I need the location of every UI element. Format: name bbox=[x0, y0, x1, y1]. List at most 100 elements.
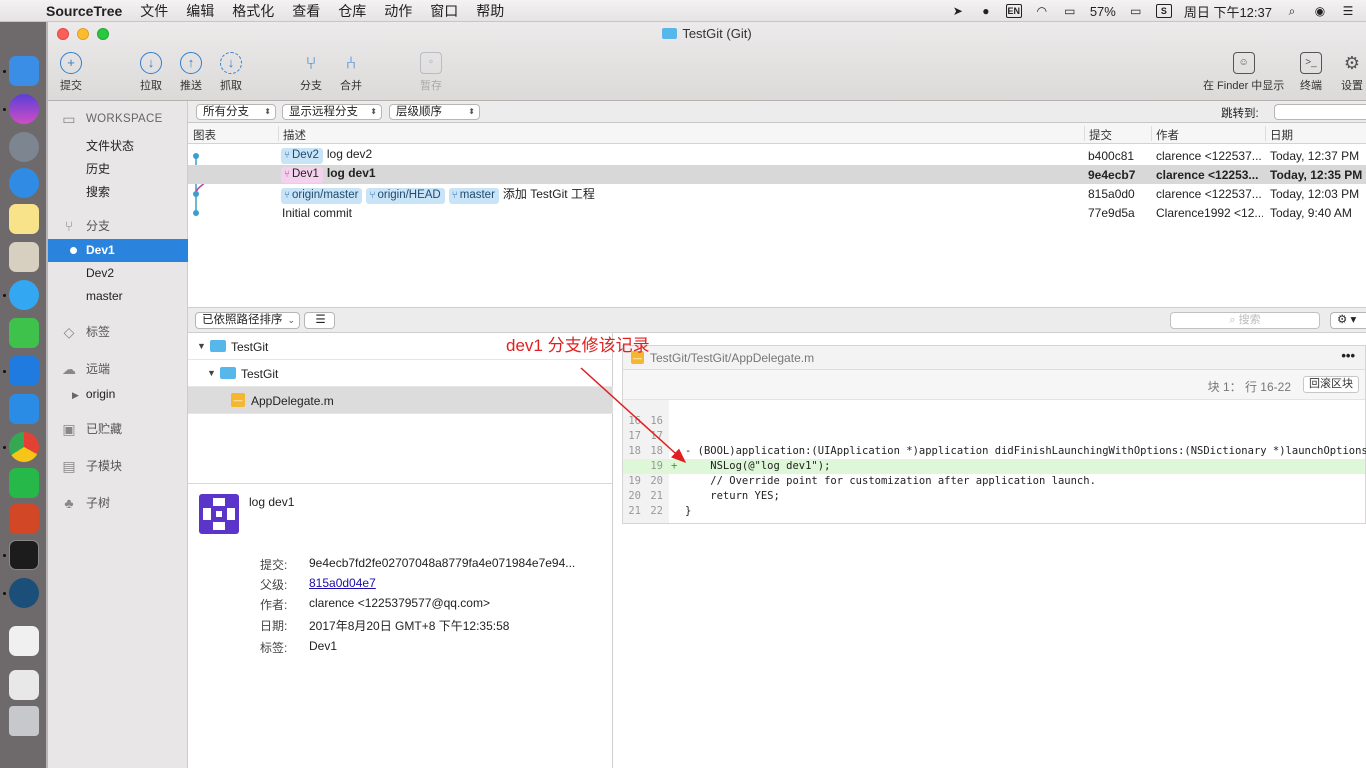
discard-hunk-button[interactable]: 回滚区块 bbox=[1303, 376, 1359, 393]
sidebar-item-search[interactable]: 搜索 bbox=[86, 183, 110, 200]
branch-button[interactable]: ⑂ 分支 bbox=[300, 52, 322, 93]
disclosure-triangle-icon[interactable]: ▶ bbox=[72, 390, 79, 400]
push-button[interactable]: ↑ 推送 bbox=[180, 52, 202, 93]
submodules-header[interactable]: ▤ 子模块 bbox=[60, 457, 122, 474]
sidebar-item-history[interactable]: 历史 bbox=[86, 160, 110, 177]
stash-icon: ▣ bbox=[62, 420, 76, 437]
sidebar-item-file-status[interactable]: 文件状态 bbox=[86, 137, 134, 154]
preview-icon[interactable] bbox=[9, 242, 39, 272]
pull-label: 拉取 bbox=[140, 80, 162, 92]
column-graph[interactable]: 图表 bbox=[193, 127, 216, 143]
commit-hash: 77e9d5a bbox=[1088, 206, 1135, 220]
input-method-icon[interactable]: EN bbox=[1005, 4, 1022, 18]
sidebar-item-dev1[interactable]: Dev1 bbox=[48, 239, 188, 262]
folder-icon bbox=[662, 28, 678, 39]
tags-label: 标签: bbox=[260, 641, 288, 655]
tree-folder-row[interactable]: ▼ TestGit bbox=[188, 360, 613, 387]
sidebar-item-dev2[interactable]: Dev2 bbox=[86, 266, 114, 280]
notes-icon[interactable] bbox=[9, 204, 39, 234]
merge-button[interactable]: ⑃ 合并 bbox=[340, 52, 362, 93]
commit-row[interactable]: ⑂ Dev2 log dev2 b400c81 clarence <122537..… bbox=[188, 146, 1366, 165]
safari-icon[interactable] bbox=[9, 168, 39, 198]
downloads-icon[interactable] bbox=[9, 670, 39, 700]
launchpad-icon[interactable] bbox=[9, 132, 39, 162]
chrome-icon[interactable] bbox=[9, 432, 39, 462]
tree-file-row-selected[interactable]: — AppDelegate.m bbox=[188, 387, 613, 414]
notification-center-icon[interactable]: ☰ bbox=[1340, 4, 1356, 18]
fetch-button[interactable]: ↓ 抓取 bbox=[220, 52, 242, 93]
sourcetree-dock-icon[interactable] bbox=[9, 578, 39, 608]
siri-dock-icon[interactable] bbox=[9, 94, 39, 124]
sidebar-item-origin[interactable]: ▶ origin bbox=[72, 387, 115, 401]
menu-help[interactable]: 帮助 bbox=[476, 1, 504, 21]
finder-icon[interactable] bbox=[9, 56, 39, 86]
commit-row[interactable]: ⑂ origin/master ⑂ origin/HEAD ⑂ master 添加 Test… bbox=[188, 184, 1366, 204]
disclosure-triangle-icon[interactable]: ▼ bbox=[207, 368, 216, 378]
siri-icon[interactable]: ◉ bbox=[1312, 4, 1328, 18]
parent-link[interactable]: 815a0d04e7 bbox=[309, 576, 376, 590]
branches-header[interactable]: ⑂ 分支 bbox=[60, 217, 110, 234]
branch-icon: ⑂ bbox=[451, 190, 458, 201]
clock[interactable]: 周日 下午12:37 bbox=[1184, 2, 1272, 21]
location-icon[interactable]: ➤ bbox=[950, 4, 966, 18]
powerpoint-icon[interactable] bbox=[9, 504, 39, 534]
pull-button[interactable]: ↓ 拉取 bbox=[140, 52, 162, 93]
trash-icon[interactable] bbox=[9, 706, 39, 736]
menu-edit[interactable]: 编辑 bbox=[186, 1, 214, 21]
facetime-icon[interactable] bbox=[9, 318, 39, 348]
menu-actions[interactable]: 动作 bbox=[384, 1, 412, 21]
commit-row[interactable]: Initial commit 77e9d5a Clarence1992 <12.… bbox=[188, 203, 1366, 222]
view-mode-button[interactable]: ☰ bbox=[304, 312, 335, 329]
window-title: TestGit (Git) bbox=[48, 26, 1366, 41]
column-description[interactable]: 描述 bbox=[283, 127, 306, 143]
commit-hash: 815a0d0 bbox=[1088, 187, 1135, 201]
commit-row-selected[interactable]: ⑂ Dev1 log dev1 9e4ecb7 clarence <12253...… bbox=[188, 165, 1366, 184]
airplay-icon[interactable]: ▭ bbox=[1062, 4, 1078, 18]
dock bbox=[0, 22, 46, 768]
menu-view[interactable]: 查看 bbox=[292, 1, 320, 21]
remotes-header[interactable]: ☁ 远端 bbox=[60, 360, 110, 377]
simulator-icon[interactable] bbox=[9, 394, 39, 424]
terminal-button[interactable]: >_ 终端 bbox=[1300, 52, 1322, 93]
column-date[interactable]: 日期 bbox=[1270, 127, 1293, 143]
search-input[interactable]: ⌕ 搜索 bbox=[1170, 312, 1320, 329]
stash-button[interactable]: ⚬ 暂存 bbox=[420, 52, 442, 93]
remote-filter-dropdown[interactable]: 显示远程分支 ⬍ bbox=[282, 104, 382, 120]
battery-icon[interactable]: ▭ bbox=[1128, 4, 1144, 18]
fetch-label: 抓取 bbox=[220, 80, 242, 92]
xcode-icon[interactable] bbox=[9, 356, 39, 386]
settings-button[interactable]: ⚙ 设置 bbox=[1341, 52, 1363, 93]
subtrees-header[interactable]: ♣ 子树 bbox=[60, 494, 110, 511]
app-menu[interactable]: SourceTree bbox=[46, 3, 122, 19]
order-dropdown[interactable]: 层级顺序 ⬍ bbox=[389, 104, 480, 120]
parent-value: 815a0d04e7 bbox=[309, 576, 376, 590]
menu-file[interactable]: 文件 bbox=[140, 1, 168, 21]
show-in-finder-button[interactable]: ☺ 在 Finder 中显示 bbox=[1203, 52, 1284, 93]
iqiyi-icon[interactable] bbox=[9, 468, 39, 498]
wifi-icon[interactable]: ◠ bbox=[1034, 4, 1050, 18]
more-icon[interactable]: ••• bbox=[1341, 348, 1355, 363]
file-options-button[interactable]: ⚙ ▾ bbox=[1330, 312, 1366, 329]
old-line-number: 21 bbox=[628, 505, 641, 517]
sidebar-item-master[interactable]: master bbox=[86, 289, 123, 303]
branch-filter-dropdown[interactable]: 所有分支 ⬍ bbox=[196, 104, 276, 120]
column-author[interactable]: 作者 bbox=[1156, 127, 1179, 143]
terminal-icon[interactable] bbox=[9, 540, 39, 570]
stashes-header[interactable]: ▣ 已贮藏 bbox=[60, 420, 122, 437]
jump-to-input[interactable] bbox=[1274, 104, 1366, 120]
app-status-icon[interactable]: S bbox=[1155, 4, 1172, 18]
tags-header[interactable]: ◇ 标签 bbox=[60, 323, 110, 340]
spotlight-icon[interactable]: ⌕ bbox=[1284, 4, 1300, 18]
microphone-icon[interactable]: ● bbox=[978, 4, 994, 18]
menu-repository[interactable]: 仓库 bbox=[338, 1, 366, 21]
document-icon[interactable] bbox=[9, 626, 39, 656]
sort-dropdown[interactable]: 已依照路径排序 ⌄ bbox=[195, 312, 300, 329]
messages-icon[interactable] bbox=[9, 280, 39, 310]
column-commit[interactable]: 提交 bbox=[1089, 127, 1112, 143]
workspace-header: ▭ WORKSPACE bbox=[60, 111, 163, 127]
commit-button[interactable]: + 提交 bbox=[60, 52, 82, 93]
menu-format[interactable]: 格式化 bbox=[232, 1, 274, 21]
menu-window[interactable]: 窗口 bbox=[430, 1, 458, 21]
disclosure-triangle-icon[interactable]: ▼ bbox=[197, 341, 206, 351]
tag-icon: ◇ bbox=[63, 323, 75, 340]
